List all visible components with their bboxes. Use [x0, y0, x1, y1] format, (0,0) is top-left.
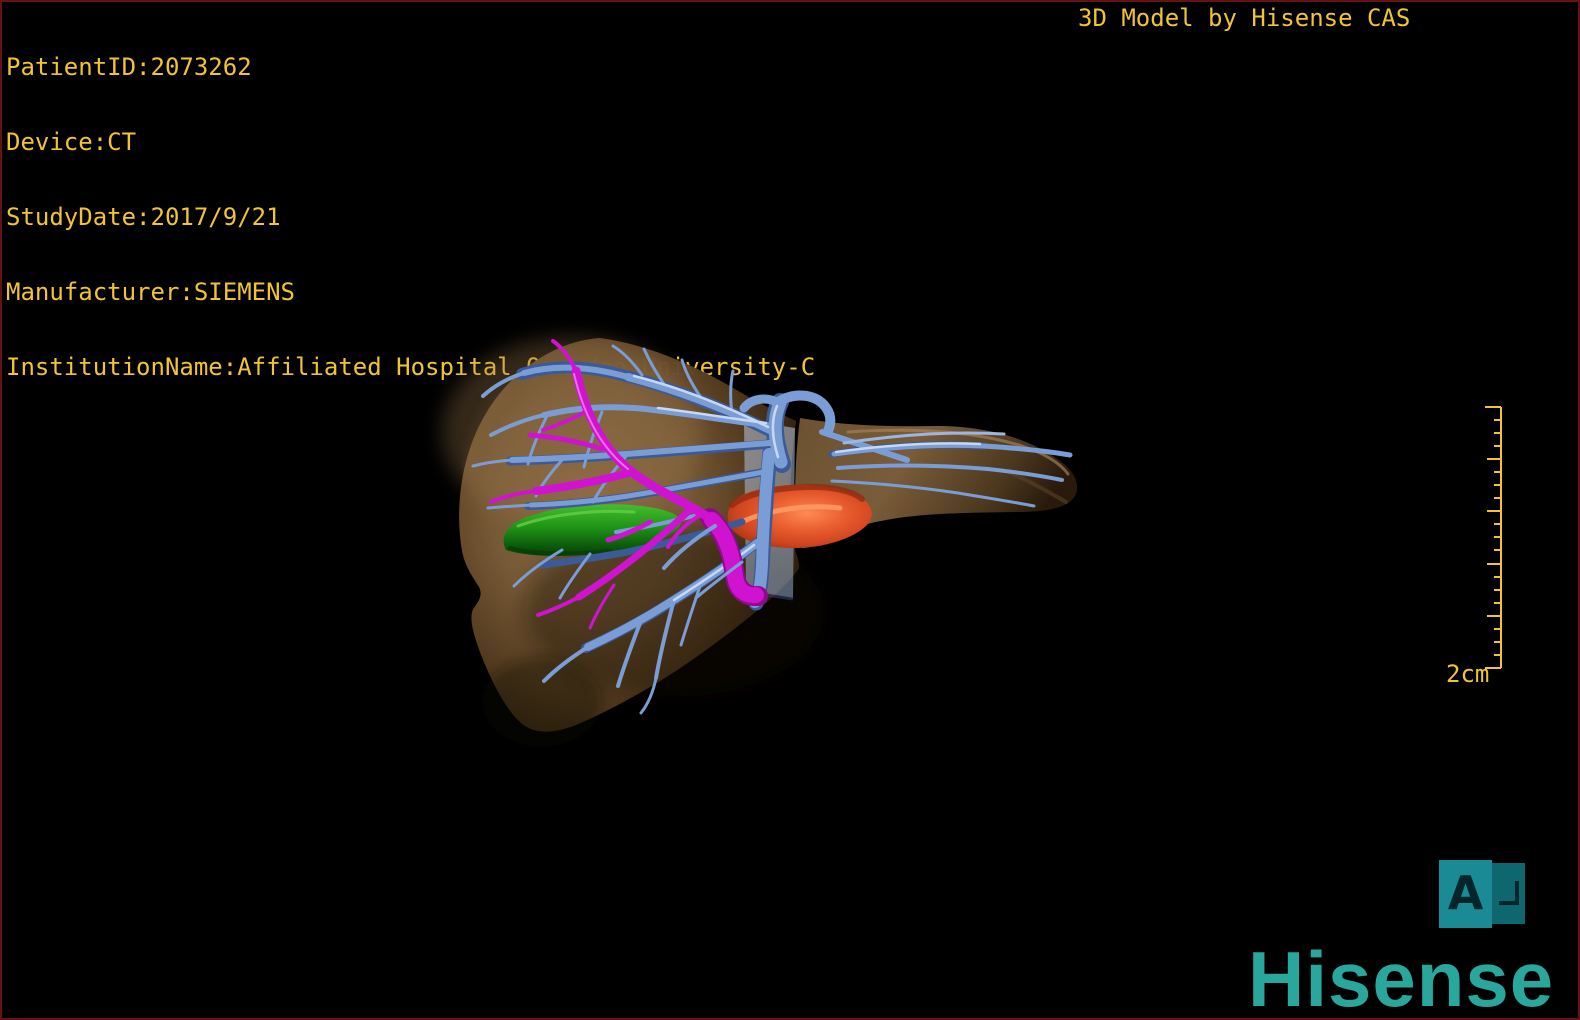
hisense-logo: Hisense [1248, 935, 1555, 1020]
scale-ruler [1485, 406, 1502, 669]
orientation-cube-front-face[interactable]: A [1439, 860, 1492, 928]
orientation-cube-side-face[interactable] [1492, 863, 1525, 924]
tumor-mesh[interactable] [727, 483, 872, 549]
patient-id-text: PatientID:2073262 [6, 53, 252, 81]
orientation-cube[interactable]: A [1439, 859, 1526, 929]
watermark-text: 3D Model by Hisense CAS [1078, 4, 1411, 32]
viewer-window: PatientID:2073262 Device:CT StudyDate:20… [0, 0, 1580, 1020]
volume-readout: Tumor Volume: 27.29ml Liver Volume: 1333… [7, 953, 300, 1018]
device-text: Device:CT [6, 128, 137, 156]
scale-label: 2cm [1446, 660, 1490, 688]
model-viewport[interactable] [422, 302, 1162, 772]
study-date-text: StudyDate:2017/9/21 [6, 203, 281, 231]
corner-bracket-icon [1499, 881, 1519, 905]
tumor-volume-row: Tumor Volume: 27.29ml [7, 1003, 300, 1018]
